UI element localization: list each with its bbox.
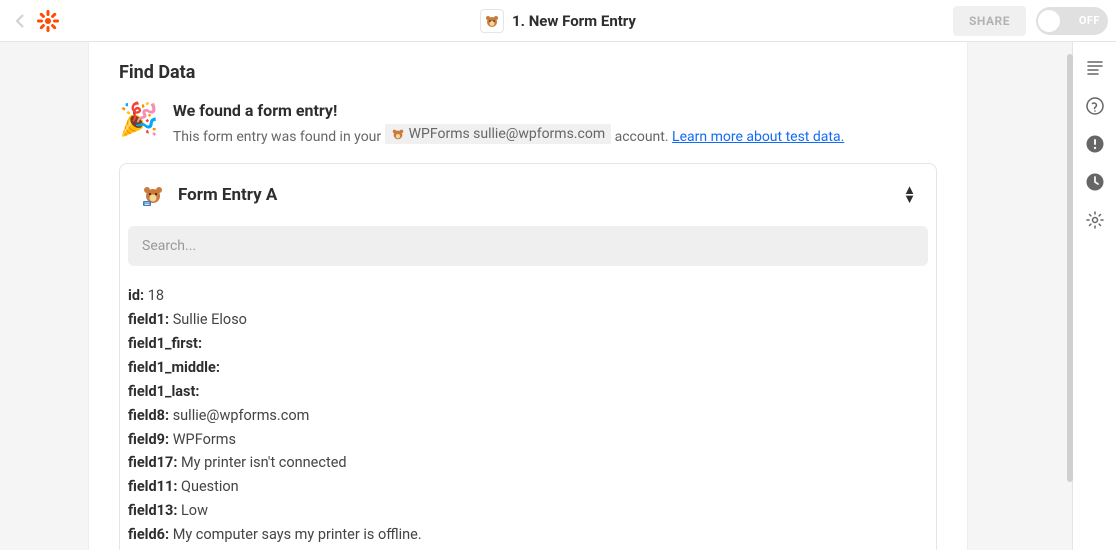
entry-app-icon xyxy=(140,182,166,208)
step-title[interactable]: 1. New Form Entry xyxy=(512,12,636,30)
account-chip: WPForms sullie@wpforms.com xyxy=(385,124,611,144)
field-key: field1: xyxy=(128,311,169,328)
toggle-label: OFF xyxy=(1079,14,1100,27)
share-button[interactable]: SHARE xyxy=(953,6,1026,36)
field-value: Low xyxy=(177,502,208,519)
wpforms-bear-icon xyxy=(484,13,500,29)
field-key: field1_first: xyxy=(128,335,202,352)
alert-icon[interactable] xyxy=(1083,132,1107,156)
right-sidebar xyxy=(1072,42,1116,550)
search-wrap xyxy=(120,226,936,266)
outline-icon[interactable] xyxy=(1083,56,1107,80)
found-subtitle: This form entry was found in your WPForm… xyxy=(173,124,844,145)
field-row: field11: Question xyxy=(128,475,928,499)
toggle-knob xyxy=(1038,10,1060,32)
found-suffix: account. xyxy=(615,129,669,145)
field-value: 18 xyxy=(144,287,164,304)
field-key: field1_last: xyxy=(128,383,199,400)
field-key: field17: xyxy=(128,454,177,471)
field-row: field1_last: xyxy=(128,380,928,404)
scrollbar-thumb[interactable] xyxy=(1067,54,1073,482)
sort-icon[interactable]: ▲▼ xyxy=(903,186,916,204)
field-value: Sullie Eloso xyxy=(169,311,247,328)
entry-card: Form Entry A ▲▼ id: 18field1: Sullie Elo… xyxy=(119,163,937,550)
topbar-center: 1. New Form Entry xyxy=(480,9,636,33)
field-value: My printer isn't connected xyxy=(177,454,346,471)
topbar-left xyxy=(8,9,60,33)
field-key: id: xyxy=(128,287,144,304)
field-row: field13: Low xyxy=(128,499,928,523)
field-key: field1_middle: xyxy=(128,359,220,376)
found-row: 🎉 We found a form entry! This form entry… xyxy=(119,101,937,145)
field-row: id: 18 xyxy=(128,284,928,308)
party-popper-icon: 🎉 xyxy=(119,103,159,135)
chevron-left-icon xyxy=(15,14,25,28)
zapier-logo-icon xyxy=(36,9,60,33)
field-row: field1_middle: xyxy=(128,356,928,380)
scrollbar[interactable] xyxy=(1066,44,1074,548)
field-row: field8: sullie@wpforms.com xyxy=(128,404,928,428)
learn-more-link[interactable]: Learn more about test data. xyxy=(672,129,844,145)
help-icon[interactable] xyxy=(1083,94,1107,118)
field-key: field8: xyxy=(128,407,169,424)
search-input[interactable] xyxy=(128,226,928,266)
wpforms-bear-icon xyxy=(391,127,405,141)
entry-title: Form Entry A xyxy=(178,185,891,205)
wpforms-bear-icon xyxy=(141,183,165,207)
settings-icon[interactable] xyxy=(1083,208,1107,232)
field-key: field6: xyxy=(128,526,169,543)
field-row: field17: My printer isn't connected xyxy=(128,451,928,475)
account-label: WPForms sullie@wpforms.com xyxy=(409,126,605,142)
field-key: field9: xyxy=(128,431,169,448)
back-button[interactable] xyxy=(8,9,32,33)
field-row: field6: My computer says my printer is o… xyxy=(128,523,928,547)
field-key: field11: xyxy=(128,478,177,495)
field-row: field9: WPForms xyxy=(128,428,928,452)
history-icon[interactable] xyxy=(1083,170,1107,194)
zap-toggle[interactable]: OFF xyxy=(1036,7,1108,35)
field-value: WPForms xyxy=(169,431,236,448)
found-title: We found a form entry! xyxy=(173,101,844,120)
top-bar: 1. New Form Entry SHARE OFF xyxy=(0,0,1116,42)
entry-header[interactable]: Form Entry A ▲▼ xyxy=(120,164,936,226)
topbar-right: SHARE OFF xyxy=(953,6,1108,36)
field-value: Question xyxy=(177,478,238,495)
main: Find Data 🎉 We found a form entry! This … xyxy=(0,42,1072,550)
field-row: field1: Sullie Eloso xyxy=(128,308,928,332)
found-text: We found a form entry! This form entry w… xyxy=(173,101,844,145)
section-title: Find Data xyxy=(119,62,937,83)
panel: Find Data 🎉 We found a form entry! This … xyxy=(88,42,968,550)
fields-list: id: 18field1: Sullie Elosofield1_first: … xyxy=(120,266,936,550)
field-key: field13: xyxy=(128,502,177,519)
field-value: My computer says my printer is offline. xyxy=(169,526,422,543)
field-value: sullie@wpforms.com xyxy=(169,407,309,424)
field-row: field1_first: xyxy=(128,332,928,356)
found-prefix: This form entry was found in your xyxy=(173,129,381,145)
app-icon xyxy=(480,9,504,33)
